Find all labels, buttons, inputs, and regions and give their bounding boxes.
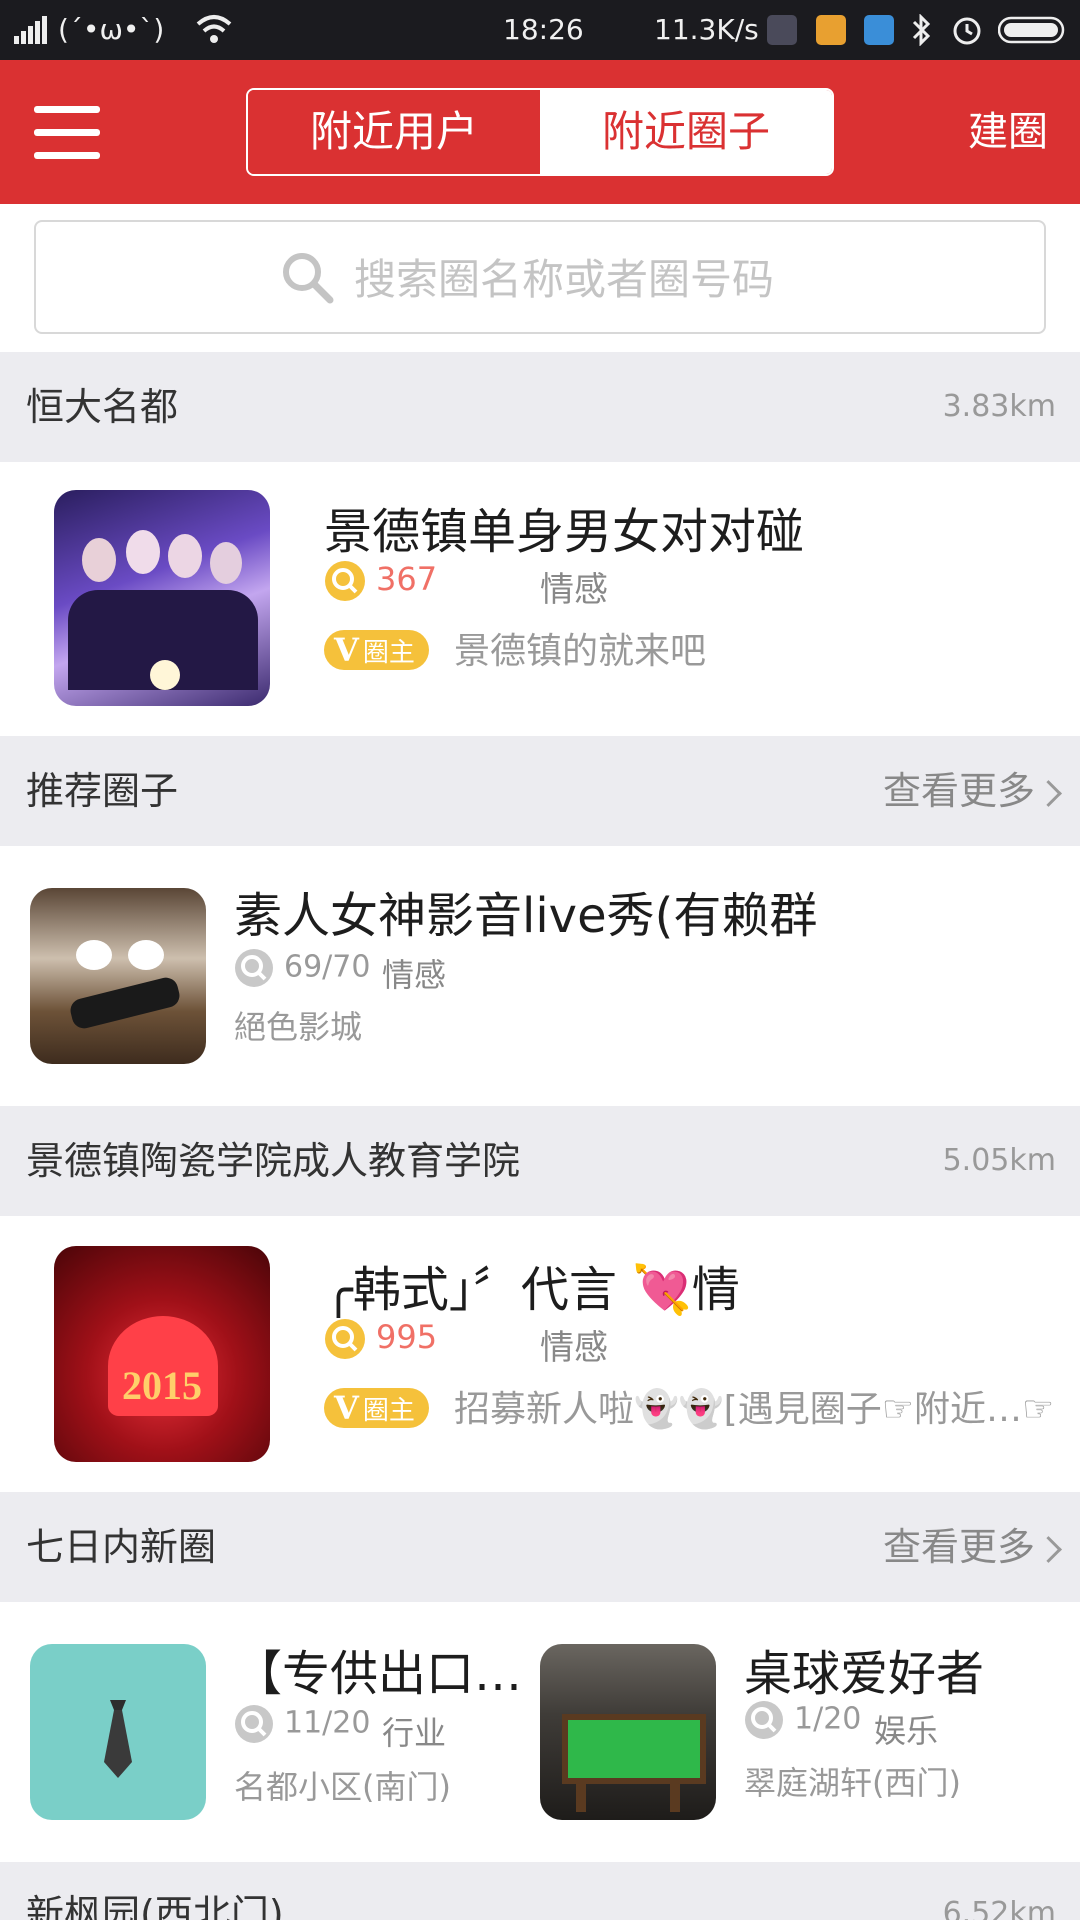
member-coin-icon — [325, 1319, 365, 1359]
app-icon — [767, 15, 797, 45]
circle-name: 景德镇单身男女对对碰 — [324, 504, 805, 560]
signal-icon — [14, 16, 47, 44]
member-count: 1/20 — [744, 1700, 861, 1740]
member-count: 11/20 — [234, 1704, 370, 1744]
section-header-location: 景德镇陶瓷学院成人教育学院 5.05km — [0, 1106, 1080, 1216]
member-count-value: 69/70 — [284, 949, 371, 985]
member-count: 995 — [324, 1318, 437, 1360]
circle-avatar-image — [30, 888, 206, 1064]
circle-description: 景德镇的就来吧 — [454, 631, 707, 672]
category-label: 娱乐 — [874, 1712, 939, 1750]
create-circle-button[interactable]: 建圈 — [968, 108, 1048, 156]
member-coin-icon — [235, 949, 273, 987]
net-speed: 11.3K/s — [654, 13, 759, 46]
member-count-value: 367 — [376, 560, 438, 598]
circle-avatar-image — [54, 490, 270, 706]
member-coin-icon — [235, 1705, 273, 1743]
owner-badge-label: 圈主 — [362, 638, 415, 668]
owner-badge: V 圈主 — [324, 1388, 429, 1428]
location-label: 名都小区(南门) — [234, 1768, 451, 1806]
circle-card[interactable]: 【专供出口… 11/20 行业 名都小区(南门) — [0, 1602, 530, 1862]
section-title: 景德镇陶瓷学院成人教育学院 — [26, 1139, 521, 1183]
alarm-icon — [953, 17, 981, 45]
circle-name: 桌球爱好者 — [744, 1646, 985, 1702]
status-emoticon: (ˊ•ω•ˋ) — [58, 13, 165, 46]
circle-name: ╭韩式」〞代言 💘情 — [324, 1262, 740, 1318]
member-count: 69/70 — [234, 948, 370, 988]
section-title: 新枫园(西北门) — [26, 1892, 284, 1920]
video-icon — [864, 15, 894, 45]
member-count: 367 — [324, 560, 437, 602]
status-time: 18:26 — [503, 13, 584, 46]
status-bar: (ˊ•ω•ˋ) 18:26 11.3K/s — [0, 0, 1080, 60]
category-label: 行业 — [382, 1714, 447, 1752]
vip-letter: V — [334, 631, 359, 669]
member-count-value: 1/20 — [794, 1701, 862, 1737]
circle-name: 【专供出口… — [234, 1646, 523, 1702]
new-circles-row: 【专供出口… 11/20 行业 名都小区(南门) 桌球爱好者 1/20 娱乐 翠… — [0, 1602, 1080, 1862]
tab-nearby-circles[interactable]: 附近圈子 — [540, 90, 832, 174]
tie-icon — [104, 1700, 132, 1778]
category-label: 情感 — [540, 1328, 608, 1368]
section-header-location: 新枫园(西北门) 6.52km — [0, 1862, 1080, 1920]
chevron-right-icon — [1035, 780, 1062, 807]
member-count-value: 11/20 — [284, 1705, 371, 1741]
bluetooth-icon — [912, 14, 931, 46]
distance-label: 6.52km — [942, 1896, 1056, 1920]
vip-letter: V — [334, 1389, 359, 1427]
image-year-text: 2015 — [122, 1363, 202, 1408]
top-nav-bar: 附近用户 附近圈子 建圈 — [0, 60, 1080, 204]
view-more-link[interactable]: 查看更多 — [882, 1492, 1062, 1602]
circle-card[interactable]: 素人女神影音live秀(有赖群 69/70 情感 絕色影城 — [0, 846, 1080, 1106]
wifi-icon — [196, 15, 232, 43]
circle-name: 素人女神影音live秀(有赖群 — [234, 888, 818, 944]
member-coin-icon — [325, 561, 365, 601]
member-count-value: 995 — [376, 1318, 438, 1356]
category-label: 情感 — [540, 570, 608, 610]
location-label: 翠庭湖轩(西门) — [744, 1764, 961, 1802]
section-header-location: 恒大名都 3.83km — [0, 352, 1080, 462]
owner-badge-label: 圈主 — [362, 1396, 415, 1426]
section-title: 恒大名都 — [26, 385, 179, 429]
section-header-new-circles: 七日内新圈 查看更多 — [0, 1492, 1080, 1602]
circle-card[interactable]: 景德镇单身男女对对碰 367 情感 V 圈主 景德镇的就来吧 — [0, 462, 1080, 736]
distance-label: 5.05km — [942, 1143, 1056, 1178]
search-box[interactable] — [34, 220, 1046, 334]
search-area — [0, 204, 1080, 352]
tab-nearby-users[interactable]: 附近用户 — [248, 90, 540, 174]
member-coin-icon — [745, 1701, 783, 1739]
circle-avatar-image: 2015 — [54, 1246, 270, 1462]
circle-description: 招募新人啦👻👻[遇見圈子☞附近…☞ — [454, 1389, 1055, 1430]
circle-card[interactable]: 2015 ╭韩式」〞代言 💘情 995 情感 V 圈主 招募新人啦👻👻[遇見圈子☞… — [0, 1216, 1080, 1492]
search-icon — [283, 253, 334, 304]
circle-card[interactable]: 桌球爱好者 1/20 娱乐 翠庭湖轩(西门) — [530, 1602, 1080, 1862]
weibo-icon — [816, 15, 846, 45]
section-header-recommended: 推荐圈子 查看更多 — [0, 736, 1080, 846]
search-input[interactable] — [352, 244, 956, 314]
section-title: 推荐圈子 — [26, 769, 179, 813]
battery-icon — [998, 16, 1065, 44]
section-title: 七日内新圈 — [26, 1525, 217, 1569]
nearby-segmented-control: 附近用户 附近圈子 — [246, 88, 834, 176]
location-label: 絕色影城 — [234, 1008, 363, 1046]
menu-button[interactable] — [34, 102, 100, 162]
chevron-right-icon — [1035, 1536, 1062, 1563]
category-label: 情感 — [382, 956, 447, 994]
distance-label: 3.83km — [942, 389, 1056, 424]
circle-avatar-image — [540, 1644, 716, 1820]
view-more-link[interactable]: 查看更多 — [882, 736, 1062, 846]
owner-badge: V 圈主 — [324, 630, 429, 670]
view-more-label: 查看更多 — [882, 1525, 1035, 1569]
circle-avatar-image — [30, 1644, 206, 1820]
view-more-label: 查看更多 — [882, 769, 1035, 813]
